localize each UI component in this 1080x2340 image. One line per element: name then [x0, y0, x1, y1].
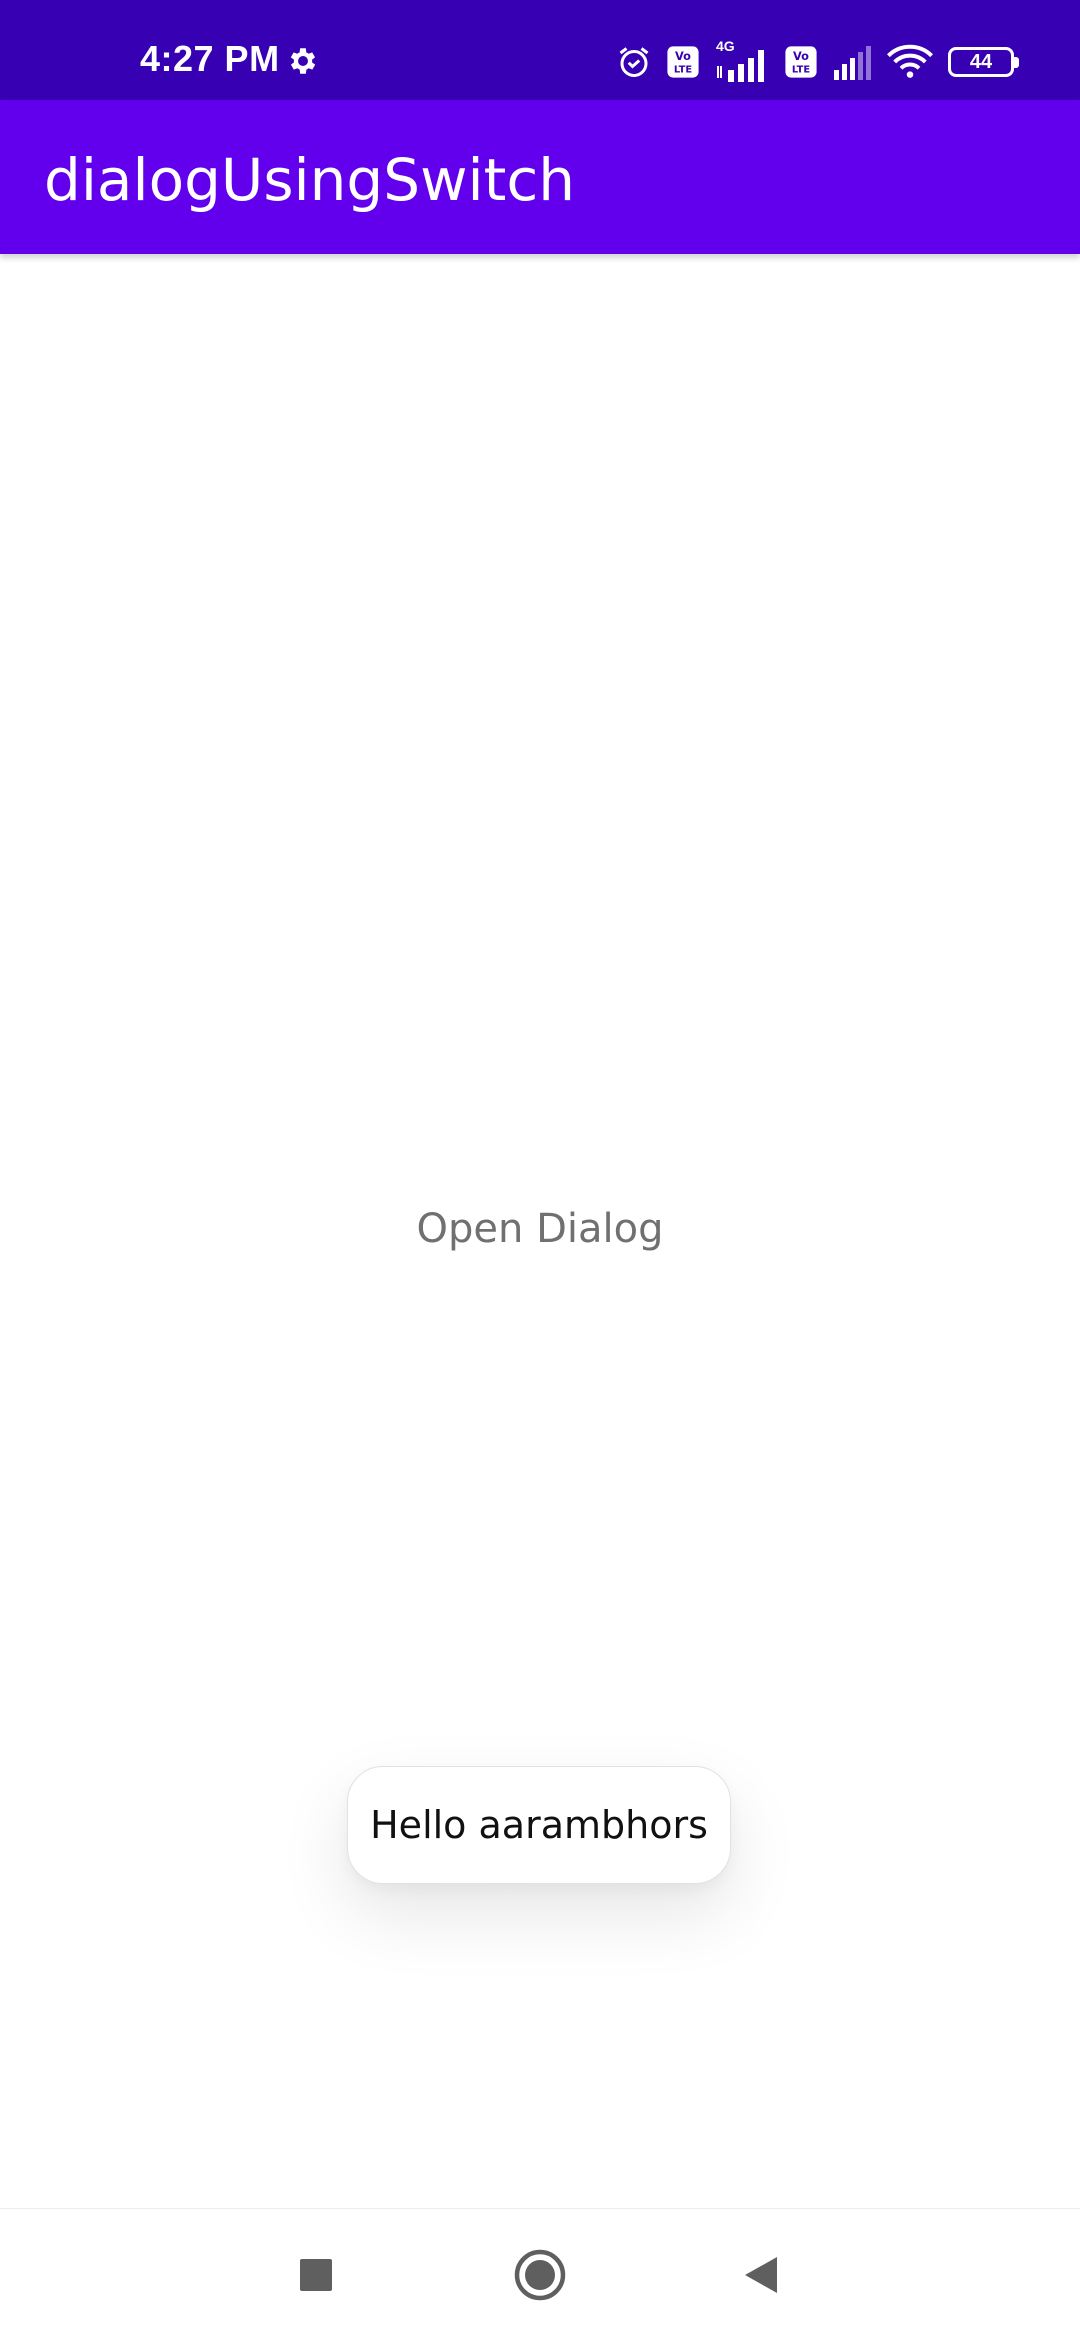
back-button[interactable] — [732, 2245, 792, 2305]
navigation-bar — [0, 2208, 1080, 2340]
recents-button[interactable] — [286, 2245, 346, 2305]
toast-message: Hello aarambhors — [370, 1803, 708, 1847]
volte-icon: Vo LTE — [667, 46, 699, 78]
settings-gear-icon — [290, 48, 316, 74]
back-triangle-icon — [745, 2257, 777, 2293]
wifi-icon — [887, 44, 933, 78]
open-dialog-button[interactable]: Open Dialog — [0, 1206, 1080, 1252]
recents-square-icon — [300, 2259, 332, 2291]
status-time: 4:27 PM — [140, 38, 280, 79]
battery-icon: 44 — [948, 47, 1019, 77]
signal-icon — [717, 50, 764, 82]
app-title: dialogUsingSwitch — [44, 146, 576, 214]
home-circle-icon — [514, 2249, 566, 2301]
status-bar: 4:27 PM Vo LTE 4G Vo LTE 44 — [0, 0, 1080, 100]
svg-text:LTE: LTE — [792, 65, 810, 76]
status-icons: Vo LTE 4G Vo LTE 44 — [616, 38, 1019, 84]
svg-text:LTE: LTE — [674, 65, 692, 76]
battery-level: 44 — [969, 50, 993, 73]
home-button[interactable] — [510, 2245, 570, 2305]
signal-4g: 4G — [714, 38, 770, 82]
toast: Hello aarambhors — [347, 1766, 731, 1884]
svg-text:Vo: Vo — [793, 49, 809, 63]
svg-text:Vo: Vo — [675, 49, 691, 63]
alarm-icon — [619, 47, 649, 77]
screen: 4:27 PM Vo LTE 4G Vo LTE 44 dialogUsingS… — [0, 0, 1080, 2340]
volte-icon: Vo LTE — [785, 46, 817, 78]
signal-icon — [834, 46, 871, 80]
app-bar: dialogUsingSwitch — [0, 100, 1080, 254]
